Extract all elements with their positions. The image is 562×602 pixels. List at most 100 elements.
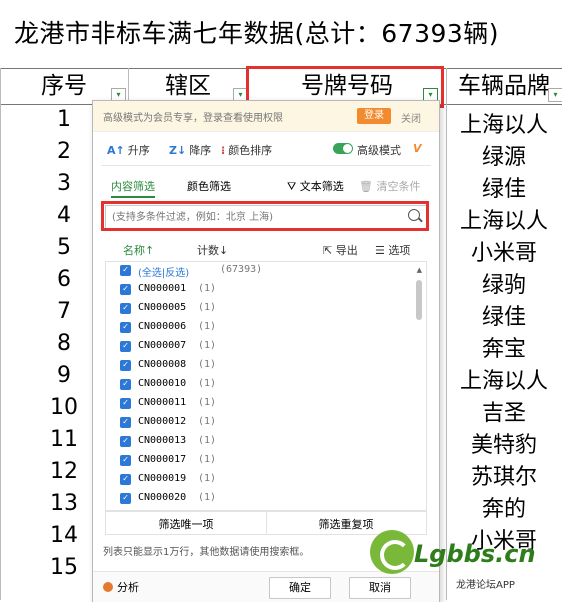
vip-icon: V (413, 142, 422, 155)
item-count: (1) (198, 321, 217, 332)
options-label: 选项 (388, 244, 411, 257)
item-count: (1) (198, 473, 217, 484)
toggle-knob (343, 144, 352, 153)
watermark-site: Lgbbs.cn (414, 540, 536, 568)
row-brand-cell[interactable]: 绿佳 (446, 299, 562, 331)
page-title: 龙港市非标车满七年数据(总计：67393辆) (14, 19, 500, 48)
sort-toolbar: A↑ 升序 Z↓ 降序 ⁝ 颜色排序 高级模式 V (93, 139, 439, 159)
item-code: CN000011 (138, 397, 187, 408)
checkbox-checked-icon[interactable]: ✓ (120, 303, 131, 314)
filter-tabs: 内容筛选 颜色筛选 ⛛ 文本筛选 🗑 清空条件 (93, 175, 439, 198)
column-header-brand-label: 车辆品牌 (458, 73, 550, 99)
row-brand-cell[interactable]: 上海以人 (446, 107, 562, 139)
checkbox-checked-icon[interactable]: ✓ (120, 360, 131, 371)
item-code: CN000020 (138, 492, 187, 503)
checkbox-checked-icon[interactable]: ✓ (120, 379, 131, 390)
advanced-mode-label: 高级模式 (357, 144, 401, 157)
item-count: (1) (198, 283, 217, 294)
scroll-up-arrow[interactable]: ▲ (417, 266, 422, 274)
login-button[interactable]: 登录 (357, 108, 391, 124)
item-count: (1) (198, 340, 217, 351)
list-limit-note: 列表只能显示1万行，其他数据请使用搜索框。 (103, 547, 310, 558)
column-header-district[interactable]: 辖区 (128, 68, 248, 104)
ok-button[interactable]: 确定 (269, 577, 331, 599)
watermark-name: 龙港论坛APP (456, 580, 515, 591)
row-brand-cell[interactable]: 上海以人 (446, 363, 562, 395)
row-brand-cell[interactable]: 美特豹 (446, 427, 562, 459)
select-all-count: (67393) (220, 264, 263, 275)
color-sort-icon: ⁝ (221, 144, 226, 157)
options-button[interactable]: ☰ 选项 (375, 242, 410, 258)
tab-content-filter[interactable]: 内容筛选 (111, 178, 155, 198)
item-code: CN000008 (138, 359, 187, 370)
checkbox-checked-icon[interactable]: ✓ (120, 436, 131, 447)
column-header-seq-label: 序号 (41, 73, 87, 99)
funnel-icon: ⛛ (287, 180, 300, 193)
item-code: CN000007 (138, 340, 187, 351)
checkbox-checked-icon[interactable]: ✓ (120, 455, 131, 466)
clear-conditions-button[interactable]: 🗑 清空条件 (359, 178, 420, 194)
item-code: CN000017 (138, 454, 187, 465)
promo-text: 高级模式为会员专享，登录查看使用权限 (103, 113, 283, 124)
row-brand-cell[interactable]: 苏琪尔 (446, 459, 562, 491)
checkbox-checked-icon[interactable]: ✓ (120, 265, 131, 276)
row-brand-cell[interactable]: 奔宝 (446, 331, 562, 363)
item-code: CN000005 (138, 302, 187, 313)
checkbox-checked-icon[interactable]: ✓ (120, 398, 131, 409)
row-brand-cell[interactable]: 上海以人 (446, 203, 562, 235)
item-count: (1) (198, 435, 217, 446)
highlight-search-box (101, 201, 429, 231)
sort-by-name-button[interactable]: 名称↑ (123, 242, 154, 258)
analyze-label: 分析 (117, 581, 139, 594)
analyze-button[interactable]: 分析 (103, 579, 139, 595)
export-button[interactable]: ⇱ 导出 (323, 242, 358, 258)
row-brand-cell[interactable]: 绿驹 (446, 267, 562, 299)
item-code: CN000001 (138, 283, 187, 294)
checkbox-checked-icon[interactable]: ✓ (120, 322, 131, 333)
row-brand-cell[interactable]: 吉圣 (446, 395, 562, 427)
sort-ascending-button[interactable]: A↑ 升序 (107, 142, 150, 158)
sort-asc-icon: A↑ (107, 144, 125, 157)
item-count: (1) (198, 454, 217, 465)
item-count: (1) (198, 302, 217, 313)
color-sort-label: 颜色排序 (228, 144, 273, 157)
column-header-brand[interactable]: 车辆品牌 (446, 68, 562, 104)
clear-label: 清空条件 (376, 180, 421, 193)
scrollbar[interactable] (416, 280, 422, 320)
item-code: CN000010 (138, 378, 187, 389)
text-filter-label: 文本筛选 (299, 180, 344, 193)
checkbox-checked-icon[interactable]: ✓ (120, 417, 131, 428)
checkbox-checked-icon[interactable]: ✓ (120, 341, 131, 352)
filter-dropdown-brand[interactable]: ▾ (548, 88, 562, 102)
row-brand-cell[interactable]: 小米哥 (446, 235, 562, 267)
row-brand-cell[interactable]: 绿佳 (446, 171, 562, 203)
text-filter-button[interactable]: ⛛ 文本筛选 (287, 178, 344, 194)
item-count: (1) (198, 397, 217, 408)
row-brand-cell[interactable]: 绿源 (446, 139, 562, 171)
item-code: CN000019 (138, 473, 187, 484)
checkbox-checked-icon[interactable]: ✓ (120, 284, 131, 295)
close-promo-button[interactable]: 关闭 (401, 110, 421, 125)
tab-color-filter[interactable]: 颜色筛选 (187, 178, 231, 194)
filter-value-list: ✓ (全选|反选) (67393) ✓ CN000001 (1) ✓ CN000005 (… (105, 261, 427, 511)
sort-desc-icon: Z↓ (169, 144, 187, 157)
export-icon: ⇱ (323, 244, 336, 257)
item-count: (1) (198, 359, 217, 370)
column-header-seq[interactable]: 序号 (0, 68, 128, 104)
sort-descending-button[interactable]: Z↓ 降序 (169, 142, 211, 158)
column-header-district-label: 辖区 (165, 73, 211, 99)
filter-unique-button[interactable]: 筛选唯一项 (106, 516, 266, 532)
color-sort-button[interactable]: ⁝ 颜色排序 (221, 142, 272, 158)
row-brand-cell[interactable]: 奔的 (446, 491, 562, 523)
item-count: (1) (198, 378, 217, 389)
item-code: CN000013 (138, 435, 187, 446)
logo-icon (370, 530, 414, 574)
sort-by-count-button[interactable]: 计数↓ (197, 242, 228, 258)
export-label: 导出 (335, 244, 358, 257)
item-count: (1) (198, 416, 217, 427)
checkbox-checked-icon[interactable]: ✓ (120, 493, 131, 504)
divider (101, 165, 431, 166)
advanced-mode-toggle[interactable] (333, 143, 353, 154)
checkbox-checked-icon[interactable]: ✓ (120, 474, 131, 485)
select-all-label[interactable]: (全选|反选) (138, 264, 189, 279)
